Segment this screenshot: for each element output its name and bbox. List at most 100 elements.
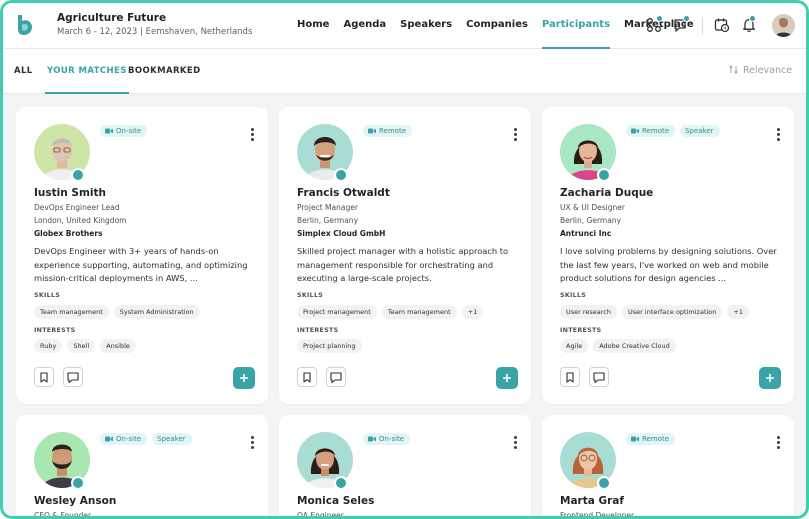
participant-location: Berlin, Germany	[560, 216, 622, 225]
more-options-icon[interactable]	[514, 128, 518, 142]
more-skills-chip[interactable]: +1	[727, 305, 749, 319]
sort-arrows-icon	[729, 65, 738, 74]
online-status-dot	[334, 168, 348, 182]
online-status-dot	[597, 168, 611, 182]
participant-name[interactable]: Zacharia Duque	[560, 187, 653, 199]
notification-dot	[749, 15, 756, 22]
more-options-icon[interactable]	[514, 436, 518, 450]
participant-role: QA Engineer	[297, 511, 344, 519]
participant-company: Globex Brothers	[34, 229, 103, 238]
participant-name[interactable]: Monica Seles	[297, 495, 374, 507]
participant-name[interactable]: Marta Graf	[560, 495, 624, 507]
online-status-dot	[71, 476, 85, 490]
bookmark-icon	[40, 371, 48, 383]
sort-label: Relevance	[743, 65, 793, 76]
message-button[interactable]	[63, 367, 83, 387]
interests-label: INTERESTS	[34, 327, 76, 334]
participant-name[interactable]: Iustin Smith	[34, 187, 106, 199]
participant-company: Antrunci Inc	[560, 229, 612, 238]
participant-bio: I love solving problems by designing sol…	[560, 246, 777, 283]
interest-chip: Ruby	[34, 339, 63, 353]
participant-card[interactable]: Remote Francis Otwaldt Project Manager B…	[279, 107, 531, 404]
more-options-icon[interactable]	[777, 436, 781, 450]
speaker-badge: Speaker	[152, 433, 192, 445]
skill-chip: Project management	[297, 305, 377, 319]
participant-card[interactable]: On-site Speaker Wesley Anson CEO & Found…	[16, 415, 268, 519]
add-contact-button[interactable]	[496, 367, 518, 389]
nav-home[interactable]: Home	[297, 3, 329, 49]
app-logo-icon[interactable]	[15, 14, 35, 36]
badge-label: On-site	[116, 127, 142, 135]
participant-location: London, United Kingdom	[34, 216, 127, 225]
skill-chip: Team management	[34, 305, 109, 319]
attendance-badge: Remote	[363, 125, 413, 137]
calendar-clock-icon[interactable]	[714, 17, 730, 33]
sort-button[interactable]: Relevance	[728, 49, 792, 94]
participant-card[interactable]: Remote Marta Graf Frontend Developer	[542, 415, 794, 516]
participant-name[interactable]: Wesley Anson	[34, 495, 116, 507]
plus-icon	[240, 374, 248, 382]
more-skills-chip[interactable]: +1	[461, 305, 484, 319]
event-dates-location: March 6 - 12, 2023 | Eemshaven, Netherla…	[57, 27, 253, 37]
video-icon	[631, 436, 639, 442]
skill-chip: System Administration	[113, 305, 200, 319]
add-contact-button[interactable]	[233, 367, 255, 389]
notification-dot	[656, 15, 663, 22]
skill-chip: User research	[560, 305, 618, 319]
badge-list: On-site Speaker	[100, 433, 192, 445]
nav-agenda[interactable]: Agenda	[343, 3, 386, 49]
bookmark-button[interactable]	[560, 367, 580, 387]
interests-list: Ruby Shell Ansible	[34, 339, 136, 353]
nav-participants[interactable]: Participants	[541, 3, 611, 49]
nav-speakers[interactable]: Speakers	[400, 3, 452, 49]
participant-role: DevOps Engineer Lead	[34, 203, 120, 212]
tab-all[interactable]: ALL	[14, 49, 33, 94]
user-avatar[interactable]	[772, 14, 795, 37]
participant-card[interactable]: On-site Iustin Smith DevOps Engineer Lea…	[16, 107, 268, 404]
participant-card[interactable]: On-site Monica Seles QA Engineer	[279, 415, 531, 519]
plus-icon	[503, 374, 511, 382]
video-icon	[368, 436, 376, 442]
tab-your-matches[interactable]: YOUR MATCHES	[45, 49, 129, 94]
attendance-badge: On-site	[100, 433, 148, 445]
online-status-dot	[334, 476, 348, 490]
video-icon	[631, 128, 639, 134]
interests-list: Project planning	[297, 339, 362, 353]
interest-chip: Shell	[67, 339, 96, 353]
plus-icon	[766, 374, 774, 382]
message-button[interactable]	[326, 367, 346, 387]
nav-companies[interactable]: Companies	[466, 3, 528, 49]
interests-list: Agile Adobe Creative Cloud	[560, 339, 676, 353]
participant-role: CEO & Founder	[34, 511, 92, 519]
interests-label: INTERESTS	[560, 327, 602, 334]
header-divider	[702, 17, 703, 35]
skills-label: SKILLS	[560, 292, 587, 299]
skills-list: Team management System Administration	[34, 305, 200, 319]
participant-location: Berlin, Germany	[297, 216, 359, 225]
message-button[interactable]	[589, 367, 609, 387]
online-status-dot	[71, 168, 85, 182]
more-options-icon[interactable]	[777, 128, 781, 142]
add-contact-button[interactable]	[759, 367, 781, 389]
participant-card[interactable]: Remote Speaker Zacharia Duque UX & UI De…	[542, 107, 794, 404]
speaker-badge: Speaker	[680, 125, 720, 137]
chat-icon	[330, 371, 342, 383]
more-options-icon[interactable]	[251, 436, 255, 450]
bookmark-button[interactable]	[297, 367, 317, 387]
event-title: Agriculture Future	[57, 12, 167, 24]
tab-bookmarked[interactable]: BOOKMARKED	[128, 49, 201, 94]
skills-list: User research User interface optimizatio…	[560, 305, 749, 319]
interest-chip: Adobe Creative Cloud	[593, 339, 676, 353]
participant-role: Project Manager	[297, 203, 358, 212]
bookmark-button[interactable]	[34, 367, 54, 387]
chat-icon	[593, 371, 605, 383]
badge-label: Remote	[379, 127, 407, 135]
interest-chip: Agile	[560, 339, 589, 353]
skills-label: SKILLS	[297, 292, 324, 299]
notification-dot	[683, 15, 690, 22]
badge-list: On-site	[100, 125, 148, 137]
attendance-badge: Remote	[626, 125, 676, 137]
participant-role: UX & UI Designer	[560, 203, 625, 212]
participant-name[interactable]: Francis Otwaldt	[297, 187, 390, 199]
more-options-icon[interactable]	[251, 128, 255, 142]
